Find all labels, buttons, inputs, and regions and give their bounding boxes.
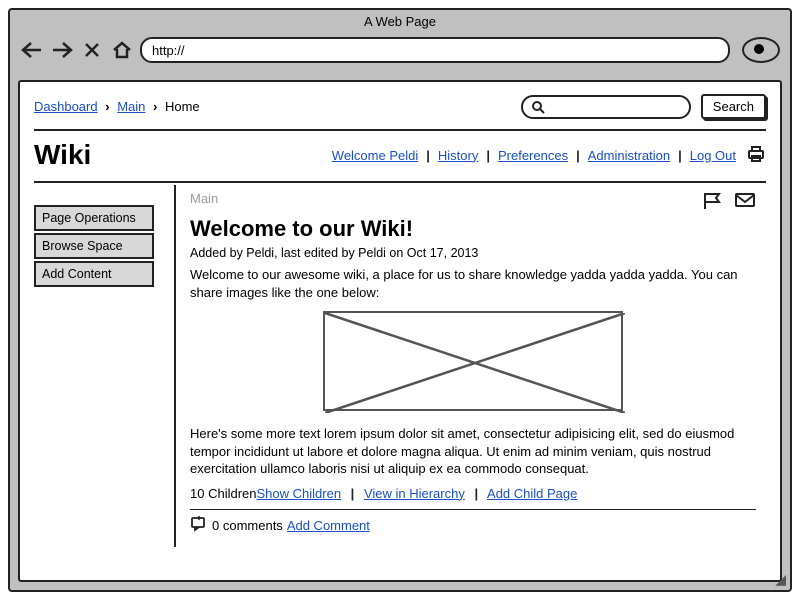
content-actions [702,191,756,214]
page-body: Dashboard › Main › Home Search Wiki Welc… [18,80,782,582]
top-bar: Dashboard › Main › Home Search [34,90,766,127]
stop-icon[interactable] [80,39,104,61]
breadcrumb-current: Home [165,99,200,114]
chevron-right-icon: › [105,99,109,114]
chevron-right-icon: › [153,99,157,114]
sidebar-page-operations[interactable]: Page Operations [34,205,154,231]
search-area: Search [521,94,766,119]
mail-icon[interactable] [734,191,756,214]
header-links: Welcome Peldi | History | Preferences | … [332,145,766,166]
comment-icon [190,516,208,535]
site-title: Wiki [34,139,91,171]
body-row: Page Operations Browse Space Add Content… [34,185,766,547]
link-add-child[interactable]: Add Child Page [487,486,577,501]
byline: Added by Peldi, last edited by Peldi on … [190,246,756,260]
search-icon [531,100,545,114]
divider [190,509,756,510]
header-row: Wiki Welcome Peldi | History | Preferenc… [34,133,766,179]
flag-icon[interactable] [702,191,724,214]
divider [34,181,766,183]
print-icon[interactable] [746,145,766,166]
browser-search-icon[interactable] [742,37,780,63]
browser-window: A Web Page Dashboard › Main › Home Searc… [8,8,792,592]
browser-toolbar [10,33,790,73]
link-view-hierarchy[interactable]: View in Hierarchy [364,486,465,501]
home-icon[interactable] [110,39,134,61]
image-placeholder [323,311,623,411]
sidebar-add-content[interactable]: Add Content [34,261,154,287]
divider [34,129,766,131]
sidebar-browse-space[interactable]: Browse Space [34,233,154,259]
link-add-comment[interactable]: Add Comment [287,518,370,533]
link-welcome[interactable]: Welcome Peldi [332,148,418,163]
back-icon[interactable] [20,39,44,61]
children-row: 10 ChildrenShow Children | View in Hiera… [190,486,756,501]
sidebar: Page Operations Browse Space Add Content [34,185,164,547]
page-title: Welcome to our Wiki! [190,216,756,242]
breadcrumb-main[interactable]: Main [117,99,145,114]
paragraph-2: Here's some more text lorem ipsum dolor … [190,425,756,478]
search-input[interactable] [521,95,691,119]
breadcrumb: Dashboard › Main › Home [34,99,200,114]
link-preferences[interactable]: Preferences [498,148,568,163]
content-top: Main [190,191,756,214]
url-input[interactable] [140,37,730,63]
space-label: Main [190,191,218,206]
comments-row: 0 comments Add Comment [190,516,756,535]
children-count: 10 Children [190,486,257,501]
content-area: Main Welcome to our Wiki! Added by Peldi… [174,185,766,547]
forward-icon[interactable] [50,39,74,61]
resize-handle-icon[interactable]: ◢ [775,571,786,588]
search-button[interactable]: Search [701,94,766,119]
link-show-children[interactable]: Show Children [257,486,342,501]
breadcrumb-dashboard[interactable]: Dashboard [34,99,98,114]
link-administration[interactable]: Administration [588,148,670,163]
window-title: A Web Page [10,10,790,33]
link-logout[interactable]: Log Out [690,148,736,163]
link-history[interactable]: History [438,148,478,163]
comments-count: 0 comments [212,518,283,533]
paragraph-1: Welcome to our awesome wiki, a place for… [190,266,756,301]
